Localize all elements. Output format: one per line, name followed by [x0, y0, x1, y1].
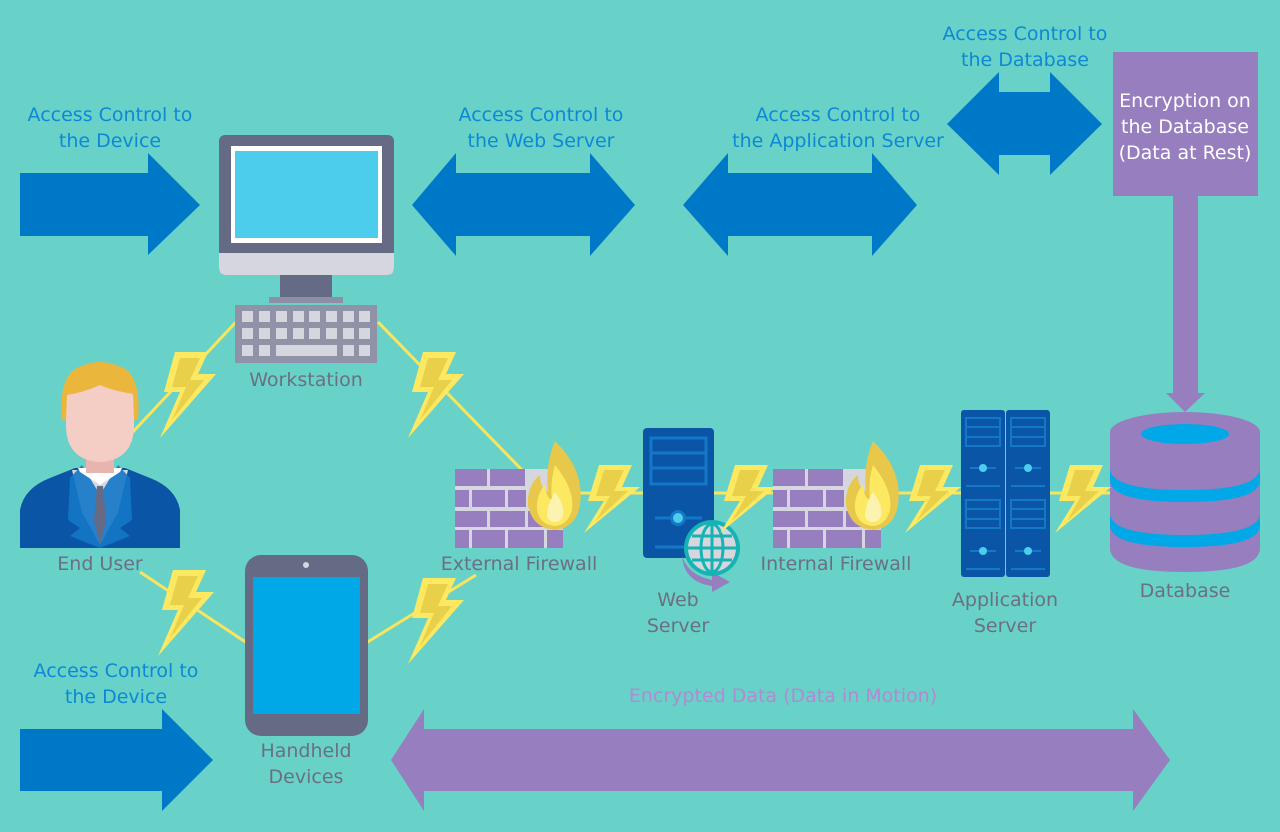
database-label: Database: [1140, 580, 1231, 602]
app-server-label-line2: Server: [974, 615, 1036, 637]
internal-firewall-label: Internal Firewall: [761, 553, 912, 575]
encryption-rest-line1: Encryption on: [1119, 90, 1251, 112]
access-app-server-line2: the Application Server: [732, 130, 944, 152]
encryption-rest-stem: [1173, 196, 1198, 393]
handheld-label-line2: Devices: [269, 766, 344, 788]
app-server-label-line1: Application: [952, 589, 1058, 611]
encryption-rest-line3: (Data at Rest): [1119, 142, 1252, 164]
external-firewall-label: External Firewall: [441, 553, 598, 575]
access-app-server-line1: Access Control to: [756, 104, 921, 126]
diagram-canvas: Access Control to the Device Access Cont…: [0, 0, 1280, 832]
encryption-motion-label: Encrypted Data (Data in Motion): [629, 685, 937, 707]
end-user-label: End User: [57, 553, 143, 575]
access-device-bottom-line1: Access Control to: [34, 660, 199, 682]
handheld-label-line1: Handheld: [260, 740, 351, 762]
web-server-label-line2: Server: [647, 615, 709, 637]
encryption-rest-line2: the Database: [1121, 116, 1249, 138]
access-database-line1: Access Control to: [943, 23, 1108, 45]
access-web-server-line1: Access Control to: [459, 104, 624, 126]
workstation-label: Workstation: [249, 369, 363, 391]
workstation-icon[interactable]: [219, 135, 394, 363]
tablet-icon[interactable]: [245, 555, 368, 736]
access-device-top-line2: the Device: [59, 130, 161, 152]
access-web-server-line2: the Web Server: [468, 130, 615, 152]
access-device-top-line1: Access Control to: [28, 104, 193, 126]
security-diagram: Access Control to the Device Access Cont…: [0, 0, 1280, 832]
database-icon[interactable]: [1110, 412, 1260, 572]
web-server-label-line1: Web: [657, 589, 698, 611]
access-database-line2: the Database: [961, 49, 1089, 71]
access-device-bottom-line2: the Device: [65, 686, 167, 708]
